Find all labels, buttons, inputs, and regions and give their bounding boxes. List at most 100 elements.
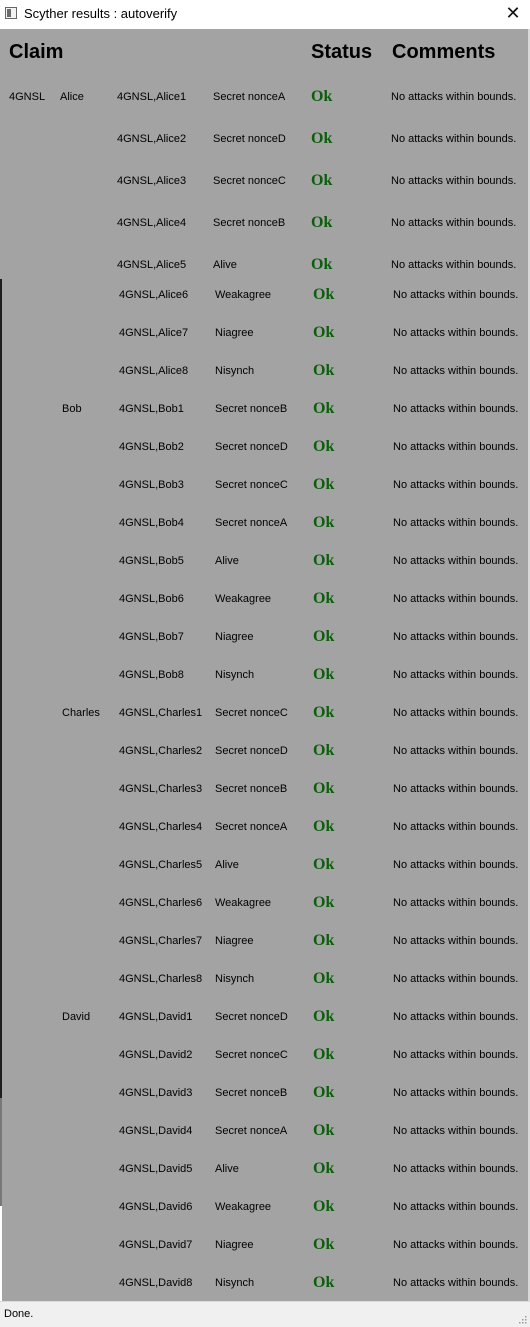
row-claim-type: Secret nonceA — [215, 517, 288, 529]
row-claim-id: 4GNSL,Bob4 — [119, 517, 184, 529]
row-claim-type: Alive — [215, 1163, 239, 1175]
row-claim-type: Weakagree — [215, 897, 272, 909]
row-claim-id: 4GNSL,Alice1 — [117, 91, 187, 103]
row-claim-id: 4GNSL,Charles1 — [119, 707, 203, 719]
row-claim-id: 4GNSL,Bob5 — [119, 555, 184, 567]
row-status: Ok — [313, 894, 335, 911]
title-bar: Scyther results : autoverify ✕ — [0, 0, 530, 29]
row-comment: No attacks within bounds. — [391, 91, 517, 103]
resize-grip-icon[interactable] — [517, 1314, 527, 1324]
row-claim-type: Secret nonceB — [215, 783, 288, 795]
row-claim-id: 4GNSL,Charles3 — [119, 783, 203, 795]
row-status: Ok — [313, 932, 335, 949]
row-comment: No attacks within bounds. — [393, 935, 519, 947]
status-bar: Done. — [0, 1301, 530, 1327]
frame-left-edge-lower — [0, 1098, 2, 1206]
row-claim-id: 4GNSL,Bob3 — [119, 479, 184, 491]
row-status: Ok — [313, 514, 335, 531]
row-claim-type: Niagree — [215, 327, 254, 339]
window-title: Scyther results : autoverify — [24, 6, 178, 21]
row-role: Bob — [62, 403, 82, 415]
row-comment: No attacks within bounds. — [393, 1163, 519, 1175]
results-window: Scyther results : autoverify ✕ Claim Sta… — [0, 0, 530, 1327]
row-comment: No attacks within bounds. — [391, 133, 517, 145]
row-claim-type: Secret nonceB — [213, 217, 286, 229]
row-claim-id: 4GNSL,Charles2 — [119, 745, 203, 757]
row-comment: No attacks within bounds. — [393, 289, 519, 301]
row-claim-type: Nisynch — [215, 973, 255, 985]
row-comment: No attacks within bounds. — [393, 821, 519, 833]
row-status: Ok — [313, 970, 335, 987]
row-comment: No attacks within bounds. — [393, 745, 519, 757]
row-status: Ok — [313, 286, 335, 303]
row-claim-id: 4GNSL,Alice4 — [117, 217, 187, 229]
row-claim-id: 4GNSL,Charles6 — [119, 897, 203, 909]
row-status: Ok — [313, 1046, 335, 1063]
row-claim-id: 4GNSL,Bob2 — [119, 441, 184, 453]
row-status: Ok — [313, 1274, 335, 1291]
row-claim-id: 4GNSL,Charles5 — [119, 859, 203, 871]
row-claim-type: Alive — [213, 259, 237, 271]
row-claim-type: Secret nonceA — [215, 821, 288, 833]
row-status: Ok — [313, 628, 335, 645]
row-comment: No attacks within bounds. — [393, 1125, 519, 1137]
row-claim-type: Secret nonceD — [215, 441, 288, 453]
row-claim-type: Secret nonceA — [213, 91, 286, 103]
row-comment: No attacks within bounds. — [393, 441, 519, 453]
row-comment: No attacks within bounds. — [393, 365, 519, 377]
row-claim-id: 4GNSL,David1 — [119, 1011, 193, 1023]
results-panel-top — [0, 29, 528, 279]
row-status: Ok — [313, 476, 335, 493]
row-claim-type: Alive — [215, 859, 239, 871]
row-comment: No attacks within bounds. — [393, 897, 519, 909]
frame-left-edge — [0, 279, 2, 1098]
header-comments: Comments — [392, 41, 496, 63]
row-role: Charles — [62, 707, 100, 719]
row-comment: No attacks within bounds. — [393, 1201, 519, 1213]
row-claim-id: 4GNSL,Bob8 — [119, 669, 184, 681]
row-claim-id: 4GNSL,Bob7 — [119, 631, 184, 643]
row-role: David — [62, 1011, 91, 1023]
row-status: Ok — [313, 324, 335, 341]
row-claim-id: 4GNSL,Charles7 — [119, 935, 203, 947]
row-claim-id: 4GNSL,David4 — [119, 1125, 193, 1137]
row-comment: No attacks within bounds. — [391, 259, 517, 271]
row-status: Ok — [313, 1236, 335, 1253]
row-claim-id: 4GNSL,Alice5 — [117, 259, 187, 271]
row-claim-type: Secret nonceC — [215, 707, 288, 719]
row-comment: No attacks within bounds. — [391, 217, 517, 229]
row-status: Ok — [311, 130, 333, 147]
close-button[interactable]: ✕ — [496, 0, 530, 29]
header-claim: Claim — [9, 41, 64, 63]
row-claim-type: Secret nonceC — [213, 175, 286, 187]
row-status: Ok — [313, 818, 335, 835]
row-claim-id: 4GNSL,Alice6 — [119, 289, 189, 301]
row-claim-id: 4GNSL,Alice8 — [119, 365, 189, 377]
row-comment: No attacks within bounds. — [393, 631, 519, 643]
row-comment: No attacks within bounds. — [391, 175, 517, 187]
row-role: Alice — [60, 91, 84, 103]
row-comment: No attacks within bounds. — [393, 1049, 519, 1061]
row-claim-id: 4GNSL,David7 — [119, 1239, 193, 1251]
row-status: Ok — [311, 214, 333, 231]
row-status: Ok — [313, 590, 335, 607]
row-claim-id: 4GNSL,Alice7 — [119, 327, 189, 339]
row-status: Ok — [313, 1084, 335, 1101]
row-status: Ok — [313, 704, 335, 721]
row-claim-type: Nisynch — [215, 1277, 255, 1289]
row-status: Ok — [313, 1198, 335, 1215]
row-status: Ok — [313, 1008, 335, 1025]
header-status: Status — [311, 41, 373, 63]
row-comment: No attacks within bounds. — [393, 1239, 519, 1251]
status-text: Done. — [4, 1308, 34, 1320]
row-status: Ok — [313, 666, 335, 683]
row-claim-id: 4GNSL,Bob6 — [119, 593, 184, 605]
row-status: Ok — [313, 856, 335, 873]
app-icon — [5, 7, 17, 19]
row-claim-id: 4GNSL,David6 — [119, 1201, 193, 1213]
row-claim-type: Secret nonceD — [215, 1011, 288, 1023]
row-status: Ok — [311, 172, 333, 189]
row-comment: No attacks within bounds. — [393, 1011, 519, 1023]
row-claim-type: Secret nonceC — [215, 1049, 288, 1061]
row-status: Ok — [311, 256, 333, 273]
